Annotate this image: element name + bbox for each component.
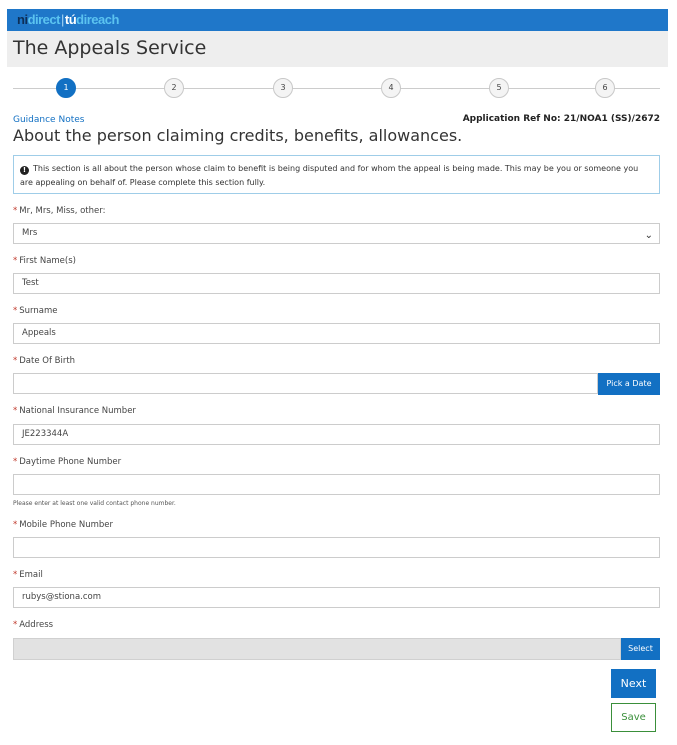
title-select-value: Mrs (22, 228, 38, 238)
step-6[interactable]: 6 (595, 78, 615, 98)
step-2[interactable]: 2 (164, 78, 184, 98)
logo-text-tu: tú (64, 12, 77, 27)
daytime-phone-label-text: Daytime Phone Number (19, 457, 122, 467)
next-button[interactable]: Next (611, 669, 656, 698)
section-heading: About the person claiming credits, benef… (13, 126, 463, 145)
step-1[interactable]: 1 (56, 78, 76, 98)
required-marker: * (13, 206, 18, 216)
title-select[interactable]: Mrs ⌄ (13, 223, 660, 244)
ni-input[interactable]: JE223344A (13, 424, 660, 445)
mobile-label: * Mobile Phone Number (13, 520, 113, 530)
ni-label-text: National Insurance Number (19, 406, 136, 416)
address-label-text: Address (19, 620, 54, 630)
progress-stepper: 1 2 3 4 5 6 (13, 77, 660, 99)
chevron-down-icon: ⌄ (644, 230, 653, 241)
phone-hint: Please enter at least one valid contact … (13, 500, 176, 507)
mobile-label-text: Mobile Phone Number (19, 520, 114, 530)
address-label: * Address (13, 620, 53, 630)
surname-input[interactable]: Appeals (13, 323, 660, 344)
first-name-label-text: First Name(s) (19, 256, 76, 266)
email-input[interactable]: rubys@stiona.com (13, 587, 660, 608)
logo-separator: | (60, 12, 64, 27)
required-marker: * (13, 457, 18, 467)
step-5[interactable]: 5 (489, 78, 509, 98)
required-marker: * (13, 406, 18, 416)
dob-label-text: Date Of Birth (19, 356, 76, 366)
required-marker: * (13, 520, 18, 530)
address-field (13, 638, 621, 660)
required-marker: * (13, 570, 18, 580)
mobile-input[interactable] (13, 537, 660, 558)
logo-text-ni: ni (17, 12, 28, 27)
info-text: This section is all about the person who… (20, 164, 639, 187)
first-name-label: * First Name(s) (13, 256, 76, 266)
surname-label-text: Surname (19, 306, 58, 316)
dob-label: * Date Of Birth (13, 356, 75, 366)
stepper-line (13, 88, 660, 89)
address-select-button[interactable]: Select (621, 638, 660, 660)
save-button[interactable]: Save (611, 703, 656, 732)
app-title: The Appeals Service (13, 37, 207, 59)
info-icon: ! (20, 166, 29, 175)
first-name-input[interactable]: Test (13, 273, 660, 294)
required-marker: * (13, 620, 18, 630)
top-banner: nidirect|túdireach (7, 9, 668, 31)
nidirect-logo[interactable]: nidirect|túdireach (17, 12, 119, 27)
title-bar: The Appeals Service (7, 31, 668, 67)
pick-a-date-button[interactable]: Pick a Date (598, 373, 660, 395)
daytime-phone-label: * Daytime Phone Number (13, 457, 121, 467)
title-label-text: Mr, Mrs, Miss, other: (19, 206, 106, 216)
step-4[interactable]: 4 (381, 78, 401, 98)
daytime-phone-input[interactable] (13, 474, 660, 495)
step-3[interactable]: 3 (273, 78, 293, 98)
logo-text-direct: direct (27, 12, 61, 27)
required-marker: * (13, 256, 18, 266)
title-label: * Mr, Mrs, Miss, other: (13, 206, 105, 216)
guidance-notes-link[interactable]: Guidance Notes (13, 115, 84, 125)
required-marker: * (13, 356, 18, 366)
ni-label: * National Insurance Number (13, 406, 136, 416)
application-ref: Application Ref No: 21/NOA1 (SS)/2672 (462, 114, 660, 124)
email-label: * Email (13, 570, 43, 580)
surname-label: * Surname (13, 306, 57, 316)
email-label-text: Email (19, 570, 43, 580)
required-marker: * (13, 306, 18, 316)
info-box: ! This section is all about the person wh… (13, 155, 660, 194)
logo-text-direach: direach (76, 12, 119, 27)
dob-input[interactable] (13, 373, 598, 394)
